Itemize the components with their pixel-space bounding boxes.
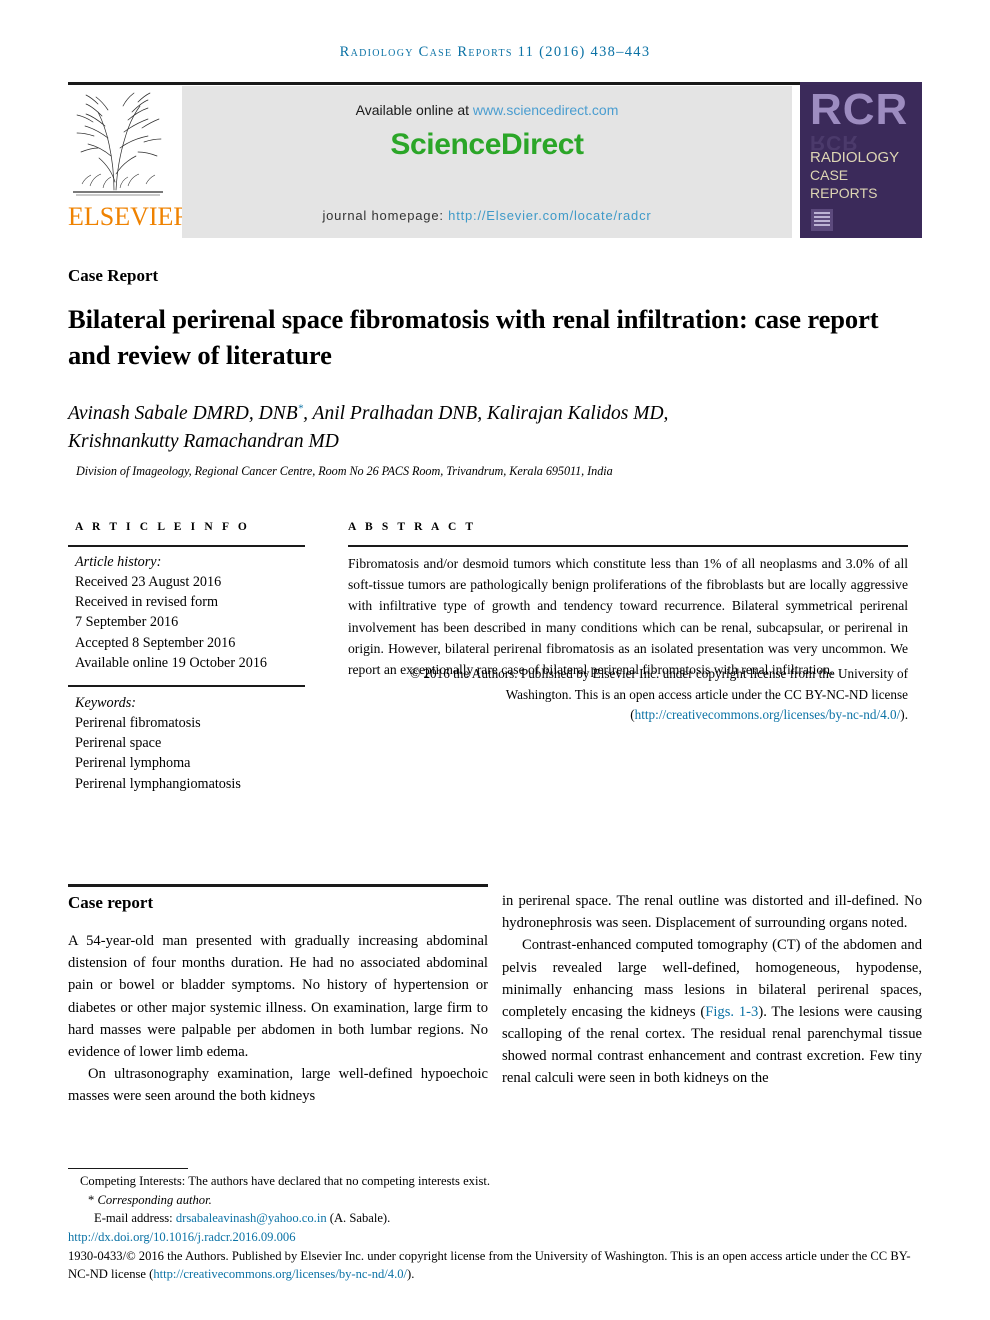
figure-reference-link[interactable]: Figs. 1-3 (705, 1004, 758, 1020)
rcr-title-line2: CASE (810, 167, 849, 184)
article-info-heading: A R T I C L E I N F O (75, 521, 250, 533)
email-note: E-mail address: drsabaleavinash@yahoo.co… (68, 1209, 924, 1228)
keywords-block: Keywords: Perirenal fibromatosis Periren… (75, 693, 315, 794)
sciencedirect-url-link[interactable]: www.sciencedirect.com (473, 102, 619, 118)
keywords-label: Keywords: (75, 695, 136, 711)
license-note: 1930-0433/© 2016 the Authors. Published … (68, 1247, 924, 1284)
author-line-1: Avinash Sabale DMRD, DNB (68, 403, 298, 424)
abstract-paragraph: Fibromatosis and/or desmoid tumors which… (348, 556, 908, 678)
keyword-item: Perirenal space (75, 735, 162, 752)
keywords-rule (68, 685, 305, 687)
license-link[interactable]: http://creativecommons.org/licenses/by-n… (153, 1267, 407, 1281)
article-history-item: Accepted 8 September 2016 (75, 634, 236, 651)
journal-homepage-label: journal homepage: (322, 208, 449, 223)
elsevier-logo: ELSEVIER (68, 86, 191, 238)
doi-note: http://dx.doi.org/10.1016/j.radcr.2016.0… (68, 1228, 924, 1247)
abstract-rule (348, 545, 908, 547)
body-column-right: in perirenal space. The renal outline wa… (502, 890, 922, 1090)
rcr-title-block: RADIOLOGY CASE REPORTS (810, 148, 899, 203)
journal-masthead: ELSEVIER Available online at www.science… (68, 82, 922, 238)
article-history-block: Article history: Received 23 August 2016… (75, 552, 315, 673)
body-column-left: A 54-year-old man presented with gradual… (68, 930, 488, 1107)
sciencedirect-banner: Available online at www.sciencedirect.co… (182, 86, 792, 238)
rcr-journal-logo: RCR RCR RADIOLOGY CASE REPORTS (800, 82, 922, 238)
body-paragraph: On ultrasonography examination, large we… (68, 1066, 488, 1105)
body-section-rule (68, 884, 488, 887)
elsevier-mark-icon (811, 209, 833, 231)
rcr-title-line1: RADIOLOGY (810, 149, 900, 166)
page-title: Bilateral perirenal space fibromatosis w… (68, 304, 879, 370)
corresponding-star: * (88, 1192, 95, 1207)
article-history-item: Received in revised form (75, 594, 219, 611)
author-line-1-cont: , Anil Pralhadan DNB, Kalirajan Kalidos … (303, 403, 669, 424)
footnote-rule (68, 1168, 188, 1170)
article-history-item: Received 23 August 2016 (75, 574, 222, 591)
author-affiliation: Division of Imageology, Regional Cancer … (76, 464, 613, 478)
email-label: E-mail address: (94, 1211, 176, 1226)
body-paragraph: in perirenal space. The renal outline wa… (502, 893, 922, 932)
keyword-item: Perirenal lymphangiomatosis (75, 775, 241, 792)
keyword-item: Perirenal lymphoma (75, 755, 191, 772)
body-paragraph: A 54-year-old man presented with gradual… (68, 933, 488, 1060)
available-online-label: Available online at (355, 102, 473, 118)
elsevier-tree-icon (73, 92, 163, 196)
sciencedirect-wordmark: ScienceDirect (390, 128, 584, 161)
footnote-block: Competing Interests: The authors have de… (68, 1172, 924, 1284)
creativecommons-link[interactable]: http://creativecommons.org/licenses/by-n… (635, 707, 901, 722)
available-online-line: Available online at www.sciencedirect.co… (182, 102, 792, 118)
journal-homepage-link[interactable]: http://Elsevier.com/locate/radcr (448, 208, 651, 223)
article-history-item: 7 September 2016 (75, 614, 179, 631)
article-history-label: Article history: (75, 554, 162, 570)
body-section-heading: Case report (68, 893, 154, 912)
doi-link[interactable]: http://dx.doi.org/10.1016/j.radcr.2016.0… (68, 1230, 296, 1244)
abstract-heading: A B S T R A C T (348, 521, 477, 533)
rcr-monogram: RCR (810, 85, 909, 134)
corresponding-author-note: * Corresponding author. (68, 1191, 924, 1210)
body-paragraph: Contrast-enhanced computed tomography (C… (502, 934, 922, 1089)
author-line-2: Krishnankutty Ramachandran MD (68, 431, 339, 453)
article-type-label: Case Report (68, 266, 159, 285)
document-page: Radiology Case Reports 11 (2016) 438–443 (0, 0, 990, 1320)
article-history-item: Available online 19 October 2016 (75, 654, 268, 671)
elsevier-wordmark: ELSEVIER (68, 202, 191, 231)
corresponding-text: Corresponding author. (97, 1192, 212, 1207)
competing-interests-note: Competing Interests: The authors have de… (80, 1174, 491, 1188)
author-list: Avinash Sabale DMRD, DNB*, Anil Pralhada… (68, 400, 898, 457)
rcr-title-line3: REPORTS (810, 184, 878, 201)
copyright-tail: ). (900, 707, 908, 723)
article-info-rule (68, 545, 305, 547)
abstract-text: Fibromatosis and/or desmoid tumors which… (348, 553, 908, 680)
license-tail: ). (407, 1267, 415, 1282)
keyword-item: Perirenal fibromatosis (75, 715, 201, 732)
email-tail: (A. Sabale). (326, 1211, 391, 1226)
author-email-link[interactable]: drsabaleavinash@yahoo.co.in (176, 1211, 327, 1225)
abstract-copyright: © 2016 the Authors. Published by Elsevie… (348, 664, 908, 726)
journal-homepage-line: journal homepage: http://Elsevier.com/lo… (182, 208, 792, 223)
masthead-top-rule (68, 82, 922, 85)
running-head: Radiology Case Reports 11 (2016) 438–443 (339, 44, 651, 60)
